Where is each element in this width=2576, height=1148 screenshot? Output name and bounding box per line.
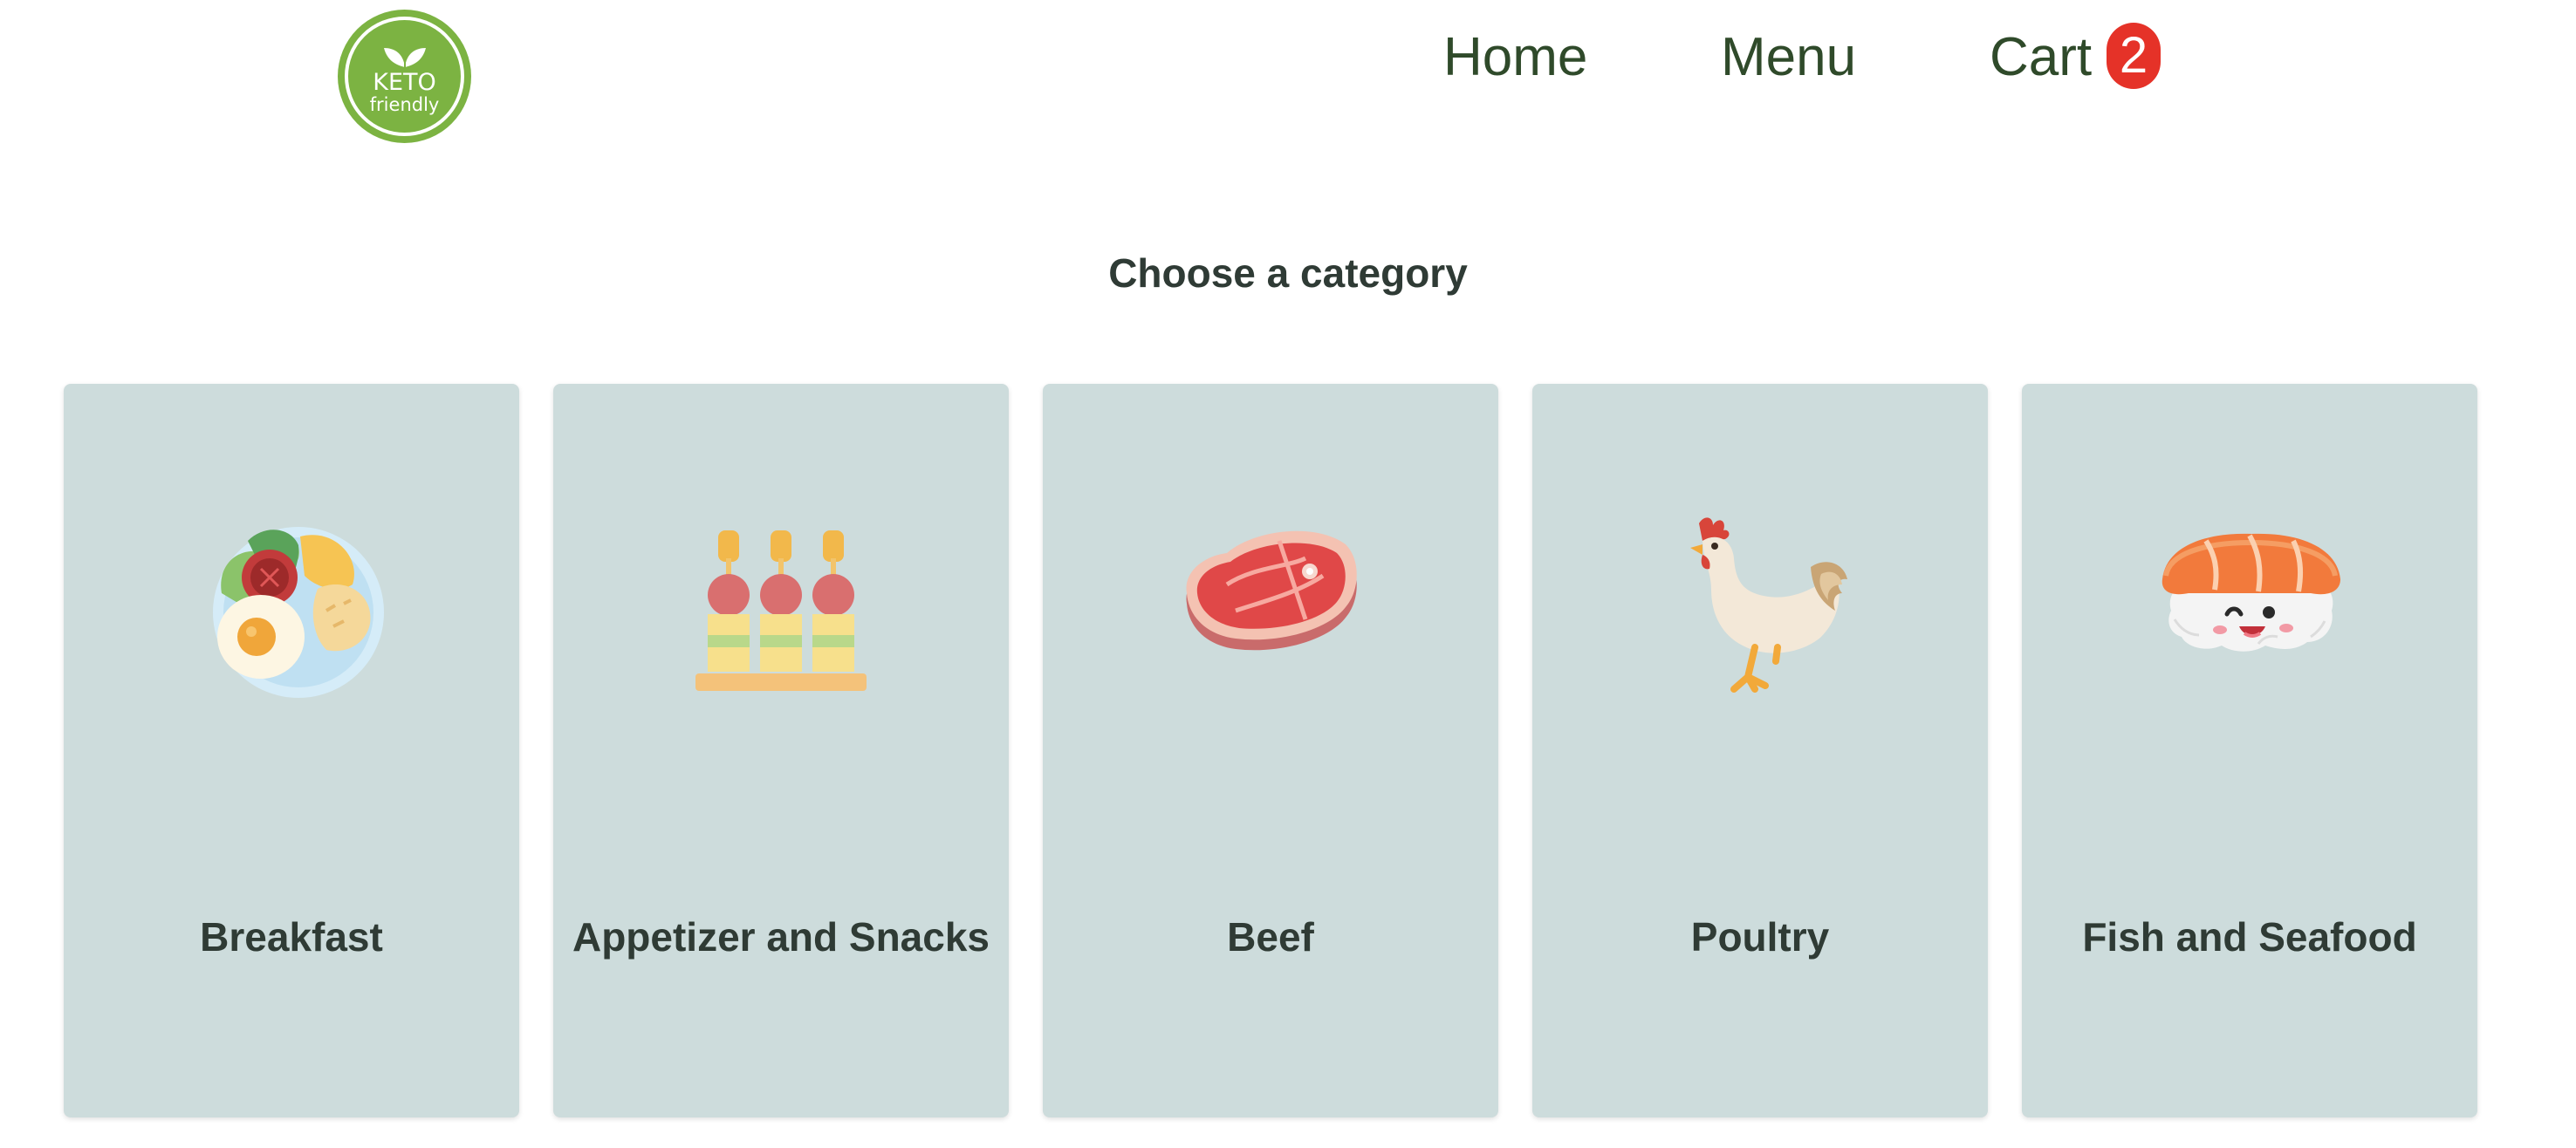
- breakfast-plate-icon: [213, 527, 384, 698]
- keto-friendly-logo[interactable]: KETO friendly: [338, 10, 471, 143]
- category-card-beef[interactable]: Beef: [1043, 384, 1498, 1117]
- category-card-fish-and-seafood[interactable]: Fish and Seafood: [2022, 384, 2477, 1117]
- nav-menu-link[interactable]: Menu: [1721, 26, 1856, 89]
- category-card-appetizer-and-snacks[interactable]: Appetizer and Snacks: [553, 384, 1009, 1117]
- leaf-icon: [383, 47, 426, 67]
- logo-content: KETO friendly: [369, 43, 440, 115]
- steak-icon: [1186, 530, 1357, 651]
- page-title: Choose a category: [1108, 250, 1468, 296]
- category-card-poultry[interactable]: Poultry: [1532, 384, 1988, 1117]
- logo-text-keto: KETO: [373, 68, 436, 96]
- category-label-beef: Beef: [1227, 914, 1314, 960]
- category-card-breakfast[interactable]: Breakfast: [64, 384, 519, 1117]
- chicken-icon: [1690, 517, 1847, 693]
- category-label-appetizer-and-snacks: Appetizer and Snacks: [572, 914, 990, 960]
- category-label-breakfast: Breakfast: [200, 914, 383, 960]
- cart-count-badge[interactable]: 2: [2107, 23, 2161, 89]
- nav-home-link[interactable]: Home: [1443, 26, 1587, 89]
- category-label-fish-and-seafood: Fish and Seafood: [2082, 914, 2417, 960]
- category-label-poultry: Poultry: [1690, 914, 1830, 960]
- salmon-sushi-icon: [2162, 533, 2340, 652]
- nav-cart-link[interactable]: Cart: [1990, 26, 2092, 89]
- appetizer-skewers-icon: [695, 530, 867, 691]
- logo-text-friendly: friendly: [369, 93, 440, 115]
